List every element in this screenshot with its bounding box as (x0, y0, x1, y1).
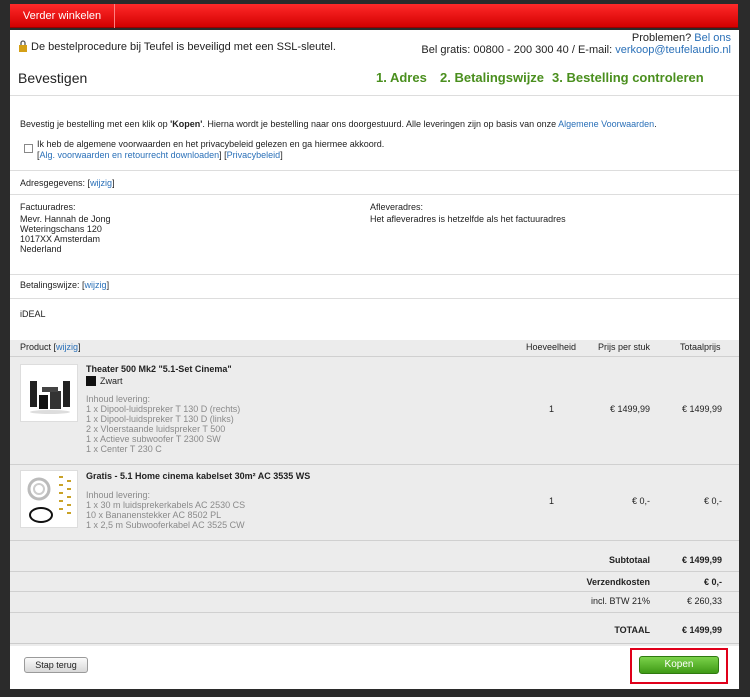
header-top: De bestelprocedure bij Teufel is beveili… (10, 30, 739, 60)
terms-link[interactable]: Algemene Voorwaarden (558, 119, 654, 129)
product-qty: 1 (548, 496, 554, 506)
contents-item: 1 x Actieve subwoofer T 2300 SW (86, 434, 221, 444)
divider (10, 274, 739, 275)
product-unit-price: € 0,- (631, 496, 650, 506)
edit-payment-link[interactable]: wijzig (85, 280, 107, 290)
ssl-notice-text: De bestelprocedure bij Teufel is beveili… (31, 41, 336, 53)
step-review[interactable]: 3. Bestelling controleren (552, 70, 704, 85)
delivery-title: Afleveradres: (370, 202, 424, 212)
product-total: € 0,- (703, 496, 722, 506)
divider (10, 170, 739, 171)
contents-item: 1 x Dipool-luidspreker T 130 D (rechts) (86, 404, 241, 414)
speaker-set-icon (30, 381, 70, 414)
color-swatch (86, 376, 96, 386)
edit-products-link[interactable]: wijzig (56, 342, 78, 352)
confirm-intro-bold: 'Kopen' (170, 119, 203, 129)
email-link[interactable]: verkoop@teufelaudio.nl (615, 44, 731, 56)
contents-item: 1 x 30 m luidsprekerkabels AC 2530 CS (86, 500, 246, 510)
call-us-link[interactable]: Bel ons (694, 32, 731, 44)
product-image-theater (20, 364, 78, 422)
col-unit-price: Prijs per stuk (598, 342, 651, 352)
download-links: [Alg. voorwaarden en retourrecht downloa… (37, 150, 283, 160)
divider (10, 194, 739, 195)
product-color: Zwart (86, 376, 123, 386)
product-image-cable (20, 470, 78, 528)
shipping-value: € 0,- (703, 577, 722, 587)
divider (10, 464, 739, 465)
terms-checkbox[interactable] (24, 144, 33, 153)
back-button[interactable]: Stap terug (24, 657, 88, 673)
col-product-label: Product (20, 342, 52, 352)
contents-item: 10 x Bananenstekker AC 8502 PL (86, 510, 222, 520)
vat-value: € 260,33 (686, 596, 722, 606)
product-name: Gratis - 5.1 Home cinema kabelset 30m² A… (86, 471, 311, 481)
lock-icon (19, 40, 27, 52)
buy-button[interactable]: Kopen (639, 656, 719, 674)
divider (10, 612, 739, 613)
product-unit-price: € 1499,99 (609, 404, 650, 414)
download-terms-link[interactable]: Alg. voorwaarden en retourrecht download… (40, 150, 220, 160)
confirm-intro-prefix: Bevestig je bestelling met een klik op (20, 119, 168, 129)
total-label: TOTAAL (614, 625, 650, 635)
payment-label: Betalingswijze: (20, 280, 80, 290)
contact-info: Problemen? Bel ons Bel gratis: 00800 - 2… (421, 32, 731, 56)
billing-line: Mevr. Hannah de Jong (20, 214, 111, 224)
cable-set-icon (27, 476, 71, 523)
continue-shopping-button[interactable]: Verder winkelen (10, 4, 115, 28)
edit-address-link[interactable]: wijzig (90, 178, 112, 188)
product-total: € 1499,99 (681, 404, 722, 414)
contents-item: 2 x Vloerstaande luidspreker T 500 (86, 424, 226, 434)
privacy-link[interactable]: Privacybeleid (227, 150, 281, 160)
col-product: Product [wijzig] (20, 342, 81, 352)
billing-line: Weteringschans 120 (20, 224, 102, 234)
divider (10, 591, 739, 592)
top-red-strip (10, 4, 738, 28)
col-total: Totaalprijs (680, 342, 721, 352)
subtotal-label: Subtotaal (608, 555, 650, 565)
product-color-label: Zwart (100, 376, 123, 386)
divider (10, 298, 739, 299)
billing-address: Mevr. Hannah de Jong Weteringschans 120 … (20, 214, 111, 254)
address-section-label: Adresgegevens: [wijzig] (20, 178, 115, 188)
confirm-intro: Bevestig je bestelling met een klik op '… (20, 119, 657, 129)
divider (10, 643, 739, 644)
product-name: Theater 500 Mk2 "5.1-Set Cinema" (86, 364, 232, 374)
payment-section-label: Betalingswijze: [wijzig] (20, 280, 110, 290)
total-value: € 1499,99 (681, 625, 722, 635)
page-title: Bevestigen (18, 70, 88, 86)
steps-row: Bevestigen 1. Adres 2. Betalingswijze 3.… (10, 68, 739, 94)
billing-line: 1017XX Amsterdam (20, 234, 101, 244)
contents-item: 1 x 2,5 m Subwooferkabel AC 3525 CW (86, 520, 245, 530)
step-payment[interactable]: 2. Betalingswijze (440, 70, 544, 85)
billing-title: Factuuradres: (20, 202, 76, 212)
divider (10, 571, 739, 572)
contents-label: Inhoud levering: (86, 490, 151, 500)
divider (10, 356, 739, 357)
problems-label: Problemen? (631, 32, 692, 44)
checkout-page: De bestelprocedure bij Teufel is beveili… (10, 30, 739, 689)
contents-item: 1 x Dipool-luidspreker T 130 D (links) (86, 414, 234, 424)
vat-label: incl. BTW 21% (590, 596, 650, 606)
delivery-address: Het afleveradres is hetzelfde als het fa… (370, 214, 566, 224)
contents-item: 1 x Center T 230 C (86, 444, 162, 454)
divider (10, 95, 739, 96)
shipping-label: Verzendkosten (586, 577, 650, 587)
phone-line: Bel gratis: 00800 - 200 300 40 / E-mail: (421, 44, 613, 56)
divider (10, 540, 739, 541)
billing-line: Nederland (20, 244, 62, 254)
checkbox-label: Ik heb de algemene voorwaarden en het pr… (37, 139, 385, 149)
ssl-notice: De bestelprocedure bij Teufel is beveili… (18, 40, 336, 53)
product-qty: 1 (548, 404, 554, 414)
confirm-intro-suffix: . Hierna wordt je bestelling naar ons do… (202, 119, 557, 129)
address-label: Adresgegevens: (20, 178, 86, 188)
subtotal-value: € 1499,99 (681, 555, 722, 565)
col-qty: Hoeveelheid (526, 342, 577, 352)
payment-method: iDEAL (20, 309, 46, 319)
step-address[interactable]: 1. Adres (376, 70, 427, 85)
contents-label: Inhoud levering: (86, 394, 151, 404)
